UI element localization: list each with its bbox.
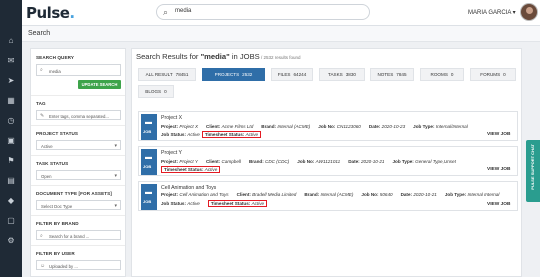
task-status-select[interactable]: Open ▾	[36, 170, 121, 180]
chevron-down-icon: ▾	[114, 142, 117, 149]
briefcase-icon: ▬	[145, 189, 152, 196]
settings-icon[interactable]: ⚙	[6, 236, 16, 246]
job-status-line: Job Status: Active Timesheet Status: Acti…	[161, 200, 268, 207]
search-icon: ⌕	[40, 232, 43, 239]
timesheet-status-highlight: Timesheet Status: Active	[207, 200, 268, 207]
job-title[interactable]: Project X	[161, 115, 182, 121]
view-job-button[interactable]: VIEW JOB	[487, 202, 510, 207]
results-panel: Search Results for "media" in JOBS / 253…	[131, 48, 522, 277]
support-chat-button[interactable]: PULSE SUPPORT CHAT	[526, 140, 540, 202]
filter-panel: SEARCH QUERY ⌕ media UPDATE SEARCH TAG ✎…	[30, 48, 126, 277]
tab-tasks[interactable]: TASKS 3830	[319, 68, 365, 81]
search-icon: ⌕	[163, 7, 169, 17]
tab-forums[interactable]: FORUMS 0	[470, 68, 516, 81]
chevron-down-icon: ▾	[114, 202, 117, 209]
results-title: Search Results for "media" in JOBS / 253…	[136, 52, 301, 61]
list-item: ▬ JOB Cell Animation and Toys Project: Ce…	[138, 181, 518, 211]
chat-icon[interactable]: ▢	[6, 216, 16, 226]
briefcase-icon: ▬	[145, 154, 152, 161]
home-icon[interactable]: ⌂	[6, 36, 16, 46]
divider	[31, 215, 125, 216]
divider	[31, 245, 125, 246]
job-title[interactable]: Project Y	[161, 150, 182, 156]
page-title: Search	[28, 30, 51, 37]
user-icon: ☺	[40, 262, 46, 269]
user-menu[interactable]: MARIA GARCIA ▾	[468, 9, 516, 16]
list-item: ▬ JOB Project Y Project: Project Y Client:…	[138, 146, 518, 176]
tag-input[interactable]: ✎ Enter tags, comma separated...	[36, 110, 121, 120]
mail-icon[interactable]: ✉	[6, 56, 16, 66]
timesheet-status-highlight: Timesheet Status: Active	[201, 131, 262, 138]
job-badge: ▬ JOB	[141, 149, 157, 175]
search-icon: ⌕	[40, 67, 43, 73]
view-job-button[interactable]: VIEW JOB	[487, 132, 510, 137]
global-search-input[interactable]: ⌕ media	[156, 4, 370, 20]
page-title-bar: Search	[22, 26, 540, 42]
search-query-input[interactable]: ⌕ media	[36, 64, 121, 76]
job-status-line: Timesheet Status: Active	[161, 166, 221, 173]
tag-icon[interactable]: ◆	[6, 196, 16, 206]
tab-notes[interactable]: NOTES 7845	[370, 68, 414, 81]
timesheet-status-highlight: Timesheet Status: Active	[161, 166, 221, 173]
image-icon[interactable]: ▣	[6, 136, 16, 146]
divider	[31, 185, 125, 186]
divider	[31, 155, 125, 156]
job-status-line: Job Status: Active Timesheet Status: Acti…	[161, 131, 262, 138]
chevron-down-icon: ▾	[114, 172, 117, 179]
book-icon[interactable]: ▤	[6, 176, 16, 186]
top-header: Pulse. ⌕ media MARIA GARCIA ▾	[22, 0, 540, 26]
clock-icon[interactable]: ◷	[6, 116, 16, 126]
brand-filter-input[interactable]: ⌕ Search for a brand ...	[36, 230, 121, 240]
update-search-button[interactable]: UPDATE SEARCH	[78, 80, 121, 89]
view-job-button[interactable]: VIEW JOB	[487, 167, 510, 172]
global-search-value: media	[175, 8, 192, 14]
doc-type-select[interactable]: Select Doc Type ▾	[36, 200, 121, 210]
tab-files[interactable]: FILES 64244	[271, 68, 313, 81]
job-details: Project: Project X Client: Acme Films Ltd…	[161, 124, 468, 129]
calendar-icon[interactable]: ▦	[6, 96, 16, 106]
tab-blogs[interactable]: BLOGS 0	[138, 85, 174, 98]
pulse-logo[interactable]: Pulse.	[26, 4, 75, 22]
divider	[31, 95, 125, 96]
search-query-label: SEARCH QUERY	[36, 55, 75, 60]
job-title[interactable]: Cell Animation and Toys	[161, 185, 216, 191]
tag-icon: ✎	[40, 112, 45, 119]
brand-filter-label: FILTER BY BRAND	[36, 221, 79, 226]
project-status-label: PROJECT STATUS	[36, 131, 79, 136]
doc-type-label: DOCUMENT TYPE [FOR ASSETS]	[36, 191, 112, 196]
tab-projects[interactable]: PROJECTS 2532	[202, 68, 265, 81]
icon-sidebar: ⌂ ✉ ➤ ▦ ◷ ▣ ⚑ ▤ ◆ ▢ ⚙	[0, 0, 22, 277]
user-filter-input[interactable]: ☺ Uploaded by ...	[36, 260, 121, 270]
briefcase-icon: ▬	[145, 119, 152, 126]
job-details: Project: Cell Animation and Toys Client: …	[161, 192, 500, 197]
job-badge: ▬ JOB	[141, 184, 157, 210]
project-status-select[interactable]: Active ▾	[36, 140, 121, 150]
flag-icon[interactable]: ⚑	[6, 156, 16, 166]
tab-rooms[interactable]: ROOMS 0	[420, 68, 464, 81]
avatar[interactable]	[520, 3, 538, 21]
user-filter-label: FILTER BY USER	[36, 251, 75, 256]
list-item: ▬ JOB Project X Project: Project X Client:…	[138, 111, 518, 141]
send-icon[interactable]: ➤	[6, 76, 16, 86]
job-badge: ▬ JOB	[141, 114, 157, 140]
job-details: Project: Project Y Client: Campbell Brand:…	[161, 159, 456, 164]
task-status-label: TASK STATUS	[36, 161, 69, 166]
divider	[31, 125, 125, 126]
tag-label: TAG	[36, 101, 46, 106]
tab-all-result[interactable]: ALL RESULT 78451	[138, 68, 196, 81]
